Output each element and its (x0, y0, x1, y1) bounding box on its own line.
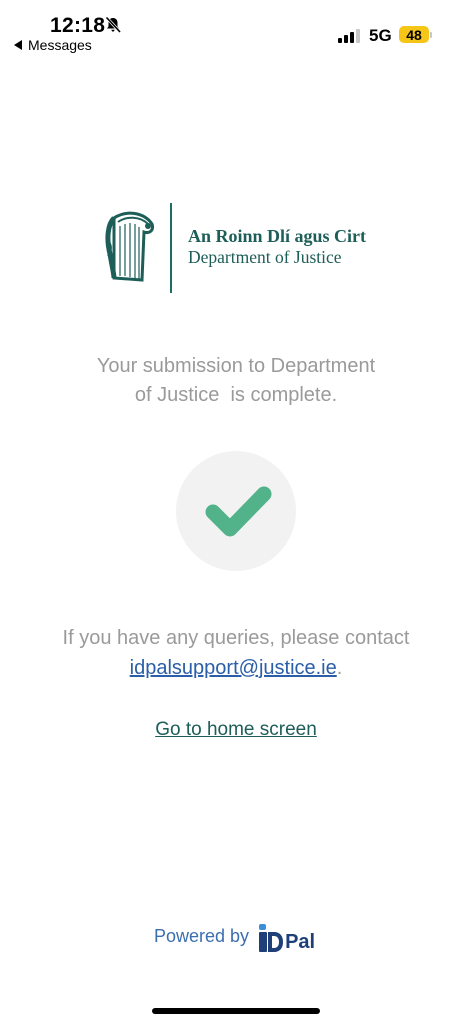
support-email-link[interactable]: idpalsupport@justice.ie (130, 657, 337, 679)
signal-icon (338, 27, 360, 43)
status-bar: 12:18 Messages 5G 48 (0, 0, 472, 60)
network-type: 5G (369, 26, 392, 45)
contact-email-line: idpalsupport@justice.ie. (20, 653, 452, 683)
powered-by-footer: Powered by Pal (154, 920, 315, 952)
logo-english-name: Department of Justice (188, 247, 342, 267)
contact-line: If you have any queries, please contact (62, 627, 410, 649)
contact-message: If you have any queries, please contact … (20, 623, 452, 683)
idpal-d-mark (268, 932, 284, 952)
department-logo: An Roinn Dlí agus Cirt Department of Jus… (104, 200, 374, 296)
idpal-i-mark (259, 924, 268, 952)
message-line-1: Your submission to Department (96, 355, 376, 377)
battery-icon: 48 (399, 26, 429, 43)
back-to-messages-link[interactable]: Messages (14, 37, 92, 53)
harp-icon (105, 211, 154, 282)
back-label: Messages (28, 37, 92, 53)
home-indicator[interactable] (152, 1008, 320, 1014)
logo-divider (170, 203, 172, 293)
powered-by-label: Powered by (154, 925, 250, 946)
checkmark-icon (205, 486, 272, 537)
battery-tip (430, 32, 432, 38)
bell-slash-icon (105, 16, 122, 34)
idpal-logo-icon: Pal (259, 920, 315, 952)
go-home-link[interactable]: Go to home screen (136, 719, 336, 741)
submission-message: Your submission to Department of Justice… (36, 352, 436, 410)
success-badge (176, 451, 296, 571)
message-line-2: of Justice is complete. (134, 384, 338, 406)
status-time: 12:18 (50, 14, 106, 37)
logo-irish-name: An Roinn Dlí agus Cirt (188, 226, 367, 246)
contact-suffix: . (336, 657, 343, 679)
idpal-brand-text: Pal (285, 931, 316, 953)
battery-level: 48 (406, 26, 422, 43)
back-arrow-icon (14, 40, 22, 50)
